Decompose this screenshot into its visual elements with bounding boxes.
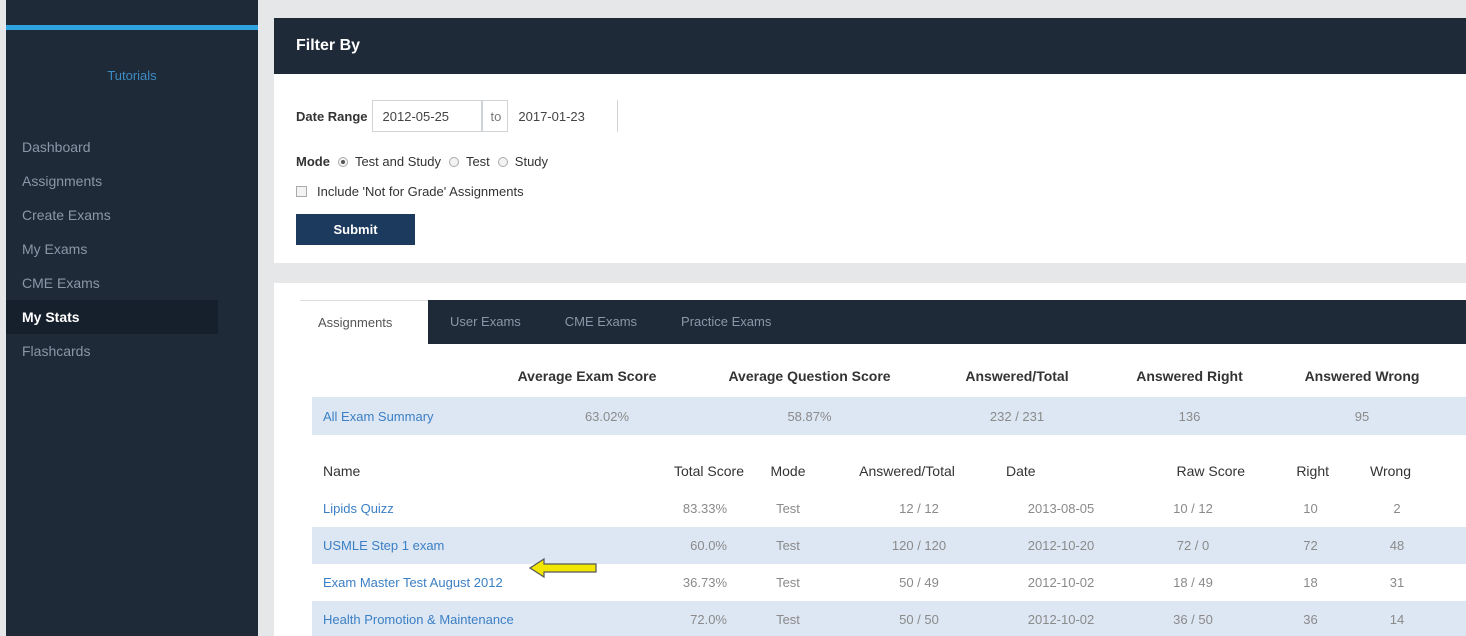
exam-total-score: 36.73% (682, 575, 727, 590)
filter-panel: Filter By Date Range to Mode Test and St… (274, 18, 1466, 263)
table-row: Exam Master Test August 2012 36.73% Test… (312, 564, 1466, 601)
exam-date: 2012-10-02 (1027, 612, 1095, 627)
exam-col-answered-total: Answered/Total (859, 463, 955, 479)
filter-panel-title: Filter By (274, 18, 1466, 74)
mode-option-study-label: Study (514, 154, 549, 169)
summary-avg-exam-score: 63.02% (584, 408, 630, 424)
summary-avg-question-score: 58.87% (787, 408, 832, 424)
exam-col-date: Date (1006, 463, 1036, 479)
exam-date: 2012-10-02 (1027, 575, 1095, 590)
date-to-group: to (481, 100, 619, 132)
sidebar-item-my-stats[interactable]: My Stats (6, 300, 218, 334)
date-from-input[interactable] (371, 100, 482, 132)
exam-col-wrong: Wrong (1370, 463, 1411, 479)
exam-name-link[interactable]: USMLE Step 1 exam (312, 538, 632, 553)
exam-mode: Test (776, 538, 800, 553)
not-for-grade-label: Include 'Not for Grade' Assignments (317, 184, 524, 199)
exam-col-right: Right (1296, 463, 1329, 479)
summary-col-avg-exam-score: Average Exam Score (517, 368, 657, 384)
arrow-left-icon (528, 557, 597, 579)
summary-col-answered-wrong: Answered Wrong (1304, 368, 1420, 384)
exam-col-name: Name (323, 463, 361, 479)
exam-mode: Test (776, 612, 800, 627)
exam-name-link[interactable]: Health Promotion & Maintenance (312, 612, 632, 627)
sidebar: Tutorials Dashboard Assignments Create E… (6, 0, 258, 636)
exam-answered-total: 12 / 12 (899, 501, 939, 516)
exam-answered-total: 50 / 50 (899, 612, 939, 627)
sidebar-accent-bar (6, 25, 258, 30)
date-range-row: Date Range to (296, 100, 619, 132)
mode-option-test-and-study-label: Test and Study (354, 154, 441, 169)
mode-label: Mode (296, 154, 330, 169)
exam-col-mode: Mode (770, 463, 806, 479)
mode-radio-test-and-study[interactable] (337, 156, 348, 167)
sidebar-item-assignments[interactable]: Assignments (6, 164, 218, 198)
exam-table-header: Name Total Score Mode Answered/Total Dat… (312, 453, 1466, 489)
all-exam-summary-link[interactable]: All Exam Summary (312, 409, 512, 424)
mode-option-test-label: Test (465, 154, 490, 169)
summary-table-header: Average Exam Score Average Question Scor… (312, 361, 1466, 391)
exam-total-score: 60.0% (690, 538, 727, 553)
summary-col-answered-total: Answered/Total (965, 368, 1069, 384)
exam-right: 18 (1303, 575, 1318, 590)
summary-answered-right: 136 (1178, 408, 1201, 424)
exam-wrong: 48 (1389, 538, 1405, 553)
table-row: USMLE Step 1 exam 60.0% Test 120 / 120 2… (312, 527, 1466, 564)
mode-row: Mode Test and Study Test Study (296, 154, 548, 169)
exam-wrong: 14 (1389, 612, 1405, 627)
exam-mode: Test (776, 575, 800, 590)
table-row: Lipids Quizz 83.33% Test 12 / 12 2013-08… (312, 490, 1466, 527)
not-for-grade-checkbox[interactable] (296, 186, 307, 197)
exam-right: 72 (1303, 538, 1318, 553)
exam-raw-score: 72 / 0 (1176, 538, 1210, 553)
sidebar-item-my-exams[interactable]: My Exams (6, 232, 218, 266)
not-for-grade-row: Include 'Not for Grade' Assignments (296, 184, 524, 199)
exam-right: 10 (1303, 501, 1318, 516)
exam-raw-score: 18 / 49 (1173, 575, 1213, 590)
sidebar-item-cme-exams[interactable]: CME Exams (6, 266, 218, 300)
exam-name-link[interactable]: Lipids Quizz (312, 501, 632, 516)
exam-total-score: 72.0% (690, 612, 727, 627)
exam-date: 2013-08-05 (1027, 501, 1095, 516)
exam-total-score: 83.33% (682, 501, 727, 516)
exam-answered-total: 120 / 120 (891, 538, 947, 553)
table-row: Health Promotion & Maintenance 72.0% Tes… (312, 601, 1466, 636)
exam-raw-score: 36 / 50 (1173, 612, 1213, 627)
exam-right: 36 (1303, 612, 1318, 627)
date-to-input[interactable] (507, 100, 618, 132)
exam-wrong: 31 (1389, 575, 1405, 590)
exam-answered-total: 50 / 49 (899, 575, 939, 590)
submit-button[interactable]: Submit (296, 214, 415, 245)
sidebar-item-dashboard[interactable]: Dashboard (6, 130, 218, 164)
stats-tabs: Assignments User Exams CME Exams Practic… (300, 300, 1466, 344)
exam-date: 2012-10-20 (1027, 538, 1095, 553)
exam-col-raw-score: Raw Score (1176, 463, 1245, 479)
sidebar-item-create-exams[interactable]: Create Exams (6, 198, 218, 232)
sidebar-item-flashcards[interactable]: Flashcards (6, 334, 218, 368)
tab-user-exams[interactable]: User Exams (428, 300, 543, 344)
summary-answered-total: 232 / 231 (989, 408, 1045, 424)
tab-assignments[interactable]: Assignments (300, 300, 428, 344)
tab-cme-exams[interactable]: CME Exams (543, 300, 659, 344)
sidebar-nav: Dashboard Assignments Create Exams My Ex… (6, 130, 218, 368)
exam-col-total-score: Total Score (673, 463, 744, 479)
summary-row: All Exam Summary 63.02% 58.87% 232 / 231… (312, 397, 1466, 435)
exam-wrong: 2 (1393, 501, 1401, 516)
summary-answered-wrong: 95 (1354, 408, 1370, 424)
sidebar-brand-link[interactable]: Tutorials (6, 68, 258, 83)
mode-radio-test[interactable] (448, 156, 459, 167)
stats-panel: Assignments User Exams CME Exams Practic… (274, 283, 1466, 636)
tab-practice-exams[interactable]: Practice Exams (659, 300, 793, 344)
mode-radio-study[interactable] (497, 156, 508, 167)
date-to-label: to (490, 108, 502, 124)
exam-raw-score: 10 / 12 (1173, 501, 1213, 516)
summary-col-answered-right: Answered Right (1136, 368, 1243, 384)
summary-col-avg-question-score: Average Question Score (728, 368, 891, 384)
exam-mode: Test (776, 501, 800, 516)
date-range-label: Date Range (296, 108, 368, 124)
